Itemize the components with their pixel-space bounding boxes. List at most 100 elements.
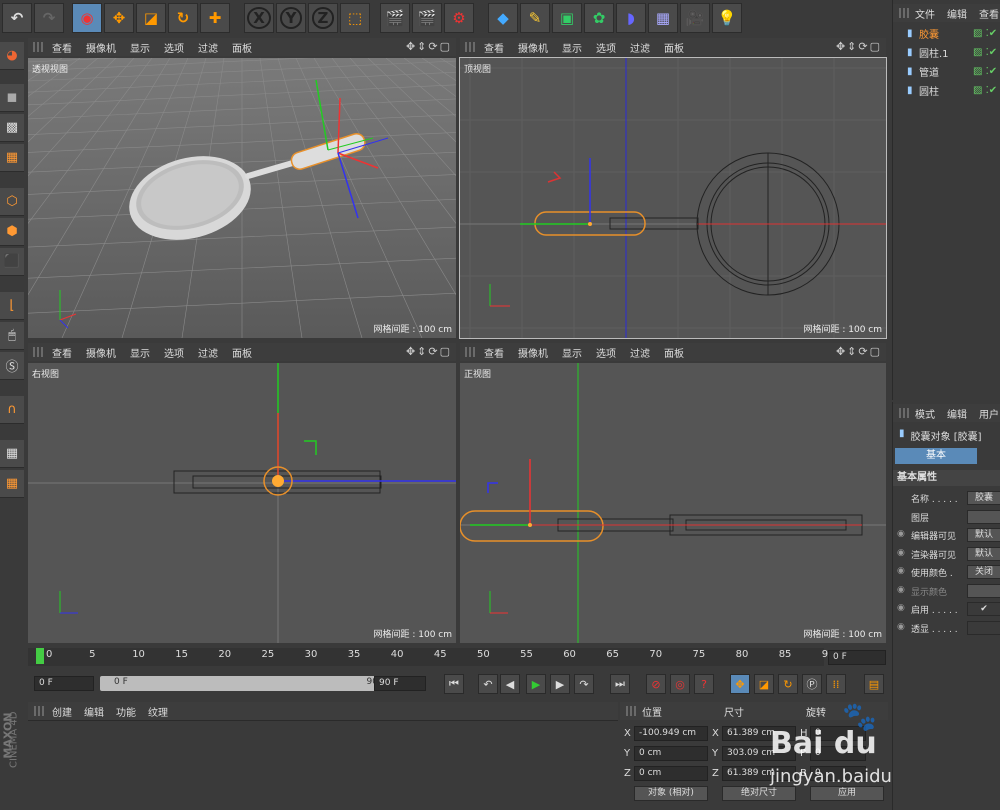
- key-pla-icon[interactable]: ⁞⁞: [826, 674, 846, 694]
- undo-icon[interactable]: ↶: [2, 3, 32, 33]
- render-picture-icon[interactable]: 🎬: [412, 3, 442, 33]
- subdivision-icon[interactable]: ▣: [552, 3, 582, 33]
- current-frame-field[interactable]: 0 F: [828, 650, 886, 665]
- menu-display[interactable]: 显示: [130, 40, 150, 55]
- model-mode-icon[interactable]: ◼: [0, 84, 24, 112]
- menu-create[interactable]: 创建: [52, 704, 72, 719]
- menu-filter[interactable]: 过滤: [630, 345, 650, 360]
- menu-user[interactable]: 用户: [979, 406, 999, 421]
- menu-filter[interactable]: 过滤: [630, 40, 650, 55]
- next-key-icon[interactable]: ↷: [574, 674, 594, 694]
- viewport-nav-icons[interactable]: ✥⇕⟳▢: [406, 40, 452, 53]
- menu-view[interactable]: 查看: [979, 6, 999, 21]
- menu-view[interactable]: 查看: [484, 345, 504, 360]
- prev-key-icon[interactable]: ↶: [478, 674, 498, 694]
- autokey-icon[interactable]: ◎: [670, 674, 690, 694]
- tweak-mode-icon[interactable]: 🖱: [0, 322, 24, 350]
- attribute-value[interactable]: 默认: [967, 528, 1000, 542]
- axis-mode-icon[interactable]: ⌊: [0, 292, 24, 320]
- play-icon[interactable]: ▶: [526, 674, 546, 694]
- render-view-icon[interactable]: 🎬: [380, 3, 410, 33]
- timeline-film-icon[interactable]: ▤: [864, 674, 884, 694]
- menu-panel[interactable]: 面板: [664, 345, 684, 360]
- menu-edit[interactable]: 编辑: [947, 6, 967, 21]
- menu-options[interactable]: 选项: [164, 345, 184, 360]
- animate-radio-icon[interactable]: ◉: [897, 566, 905, 576]
- end-frame-field[interactable]: 90 F: [374, 676, 426, 691]
- step-back-icon[interactable]: ◀: [500, 674, 520, 694]
- select-tool-icon[interactable]: ◉: [72, 3, 102, 33]
- viewport-top[interactable]: 顶视图 网格间距 : 100 cm: [459, 57, 887, 339]
- animate-radio-icon[interactable]: ◉: [897, 622, 905, 632]
- polygons-mode-icon[interactable]: ⬛: [0, 248, 24, 276]
- menu-panel[interactable]: 面板: [664, 40, 684, 55]
- points-mode-icon[interactable]: ⬡: [0, 188, 24, 216]
- menu-camera[interactable]: 摄像机: [518, 345, 548, 360]
- object-row[interactable]: ▮ 圆柱 ▨ ⁚✔: [893, 81, 1000, 99]
- menu-file[interactable]: 文件: [915, 6, 935, 21]
- animate-radio-icon[interactable]: ◉: [897, 529, 905, 539]
- object-row[interactable]: ▮ 胶囊 ▨ ⁚✔: [893, 24, 1000, 42]
- range-slider[interactable]: 0 F 90 F: [100, 676, 396, 691]
- z-axis-icon[interactable]: Z: [308, 3, 338, 33]
- start-frame-field[interactable]: 0 F: [34, 676, 94, 691]
- grid-lock-2-icon[interactable]: ▦: [0, 470, 24, 498]
- key-scale-icon[interactable]: ◪: [754, 674, 774, 694]
- visibility-check-icon[interactable]: ▨ ⁚✔: [973, 47, 997, 58]
- viewport-nav-icons[interactable]: ✥⇕⟳▢: [836, 345, 882, 358]
- pos-z-field[interactable]: 0 cm: [634, 766, 708, 781]
- animate-radio-icon[interactable]: ◉: [897, 548, 905, 558]
- attribute-value[interactable]: [967, 509, 1000, 524]
- material-area[interactable]: [28, 720, 618, 810]
- menu-edit[interactable]: 编辑: [947, 406, 967, 421]
- menu-options[interactable]: 选项: [596, 345, 616, 360]
- record-icon[interactable]: ⊘: [646, 674, 666, 694]
- viewport-nav-icons[interactable]: ✥⇕⟳▢: [836, 40, 882, 53]
- deformer-icon[interactable]: ◗: [616, 3, 646, 33]
- x-axis-icon[interactable]: X: [244, 3, 274, 33]
- step-forward-icon[interactable]: ▶: [550, 674, 570, 694]
- attribute-value[interactable]: [967, 620, 1000, 635]
- render-settings-icon[interactable]: ⚙: [444, 3, 474, 33]
- pen-icon[interactable]: ✎: [520, 3, 550, 33]
- snap-icon[interactable]: Ⓢ: [0, 352, 24, 380]
- goto-end-icon[interactable]: ⏭: [610, 674, 630, 694]
- coord-mode-dropdown[interactable]: 对象 (相对): [634, 786, 708, 801]
- object-row[interactable]: ▮ 管道 ▨ ⁚✔: [893, 62, 1000, 80]
- menu-filter[interactable]: 过滤: [198, 40, 218, 55]
- add-tool-icon[interactable]: ✚: [200, 3, 230, 33]
- pos-y-field[interactable]: 0 cm: [634, 746, 708, 761]
- menu-edit[interactable]: 编辑: [84, 704, 104, 719]
- magnet-icon[interactable]: ∩: [0, 396, 24, 424]
- workplane-icon[interactable]: ▦: [0, 144, 24, 172]
- move-tool-icon[interactable]: ✥: [104, 3, 134, 33]
- menu-camera[interactable]: 摄像机: [86, 345, 116, 360]
- key-param-icon[interactable]: Ⓟ: [802, 674, 822, 694]
- animate-radio-icon[interactable]: ◉: [897, 585, 905, 595]
- menu-view[interactable]: 查看: [52, 345, 72, 360]
- animate-radio-icon[interactable]: ◉: [897, 603, 905, 613]
- camera-icon[interactable]: 🎥: [680, 3, 710, 33]
- menu-panel[interactable]: 面板: [232, 345, 252, 360]
- coord-system-icon[interactable]: ⬚: [340, 3, 370, 33]
- visibility-check-icon[interactable]: ▨ ⁚✔: [973, 66, 997, 77]
- attribute-value[interactable]: [967, 583, 1000, 598]
- attribute-value[interactable]: 关闭: [967, 565, 1000, 579]
- menu-display[interactable]: 显示: [562, 40, 582, 55]
- menu-display[interactable]: 显示: [562, 345, 582, 360]
- menu-mode[interactable]: 模式: [915, 406, 935, 421]
- key-position-icon[interactable]: ✥: [730, 674, 750, 694]
- menu-view[interactable]: 查看: [484, 40, 504, 55]
- timeline-ruler[interactable]: 051015202530354045505560657075808590: [28, 648, 835, 666]
- light-icon[interactable]: 💡: [712, 3, 742, 33]
- menu-texture[interactable]: 纹理: [148, 704, 168, 719]
- viewport-front[interactable]: 正视图 网格间距 : 100 cm: [460, 363, 886, 643]
- attribute-value[interactable]: ✔: [967, 602, 1000, 616]
- texture-mode-icon[interactable]: ▩: [0, 114, 24, 142]
- viewport-perspective[interactable]: 透视视图 网格间距 : 100 cm: [28, 58, 456, 338]
- menu-display[interactable]: 显示: [130, 345, 150, 360]
- cube-icon[interactable]: ◆: [488, 3, 518, 33]
- tab-basic[interactable]: 基本: [895, 448, 977, 464]
- floor-icon[interactable]: ▦: [648, 3, 678, 33]
- object-row[interactable]: ▮ 圆柱.1 ▨ ⁚✔: [893, 43, 1000, 61]
